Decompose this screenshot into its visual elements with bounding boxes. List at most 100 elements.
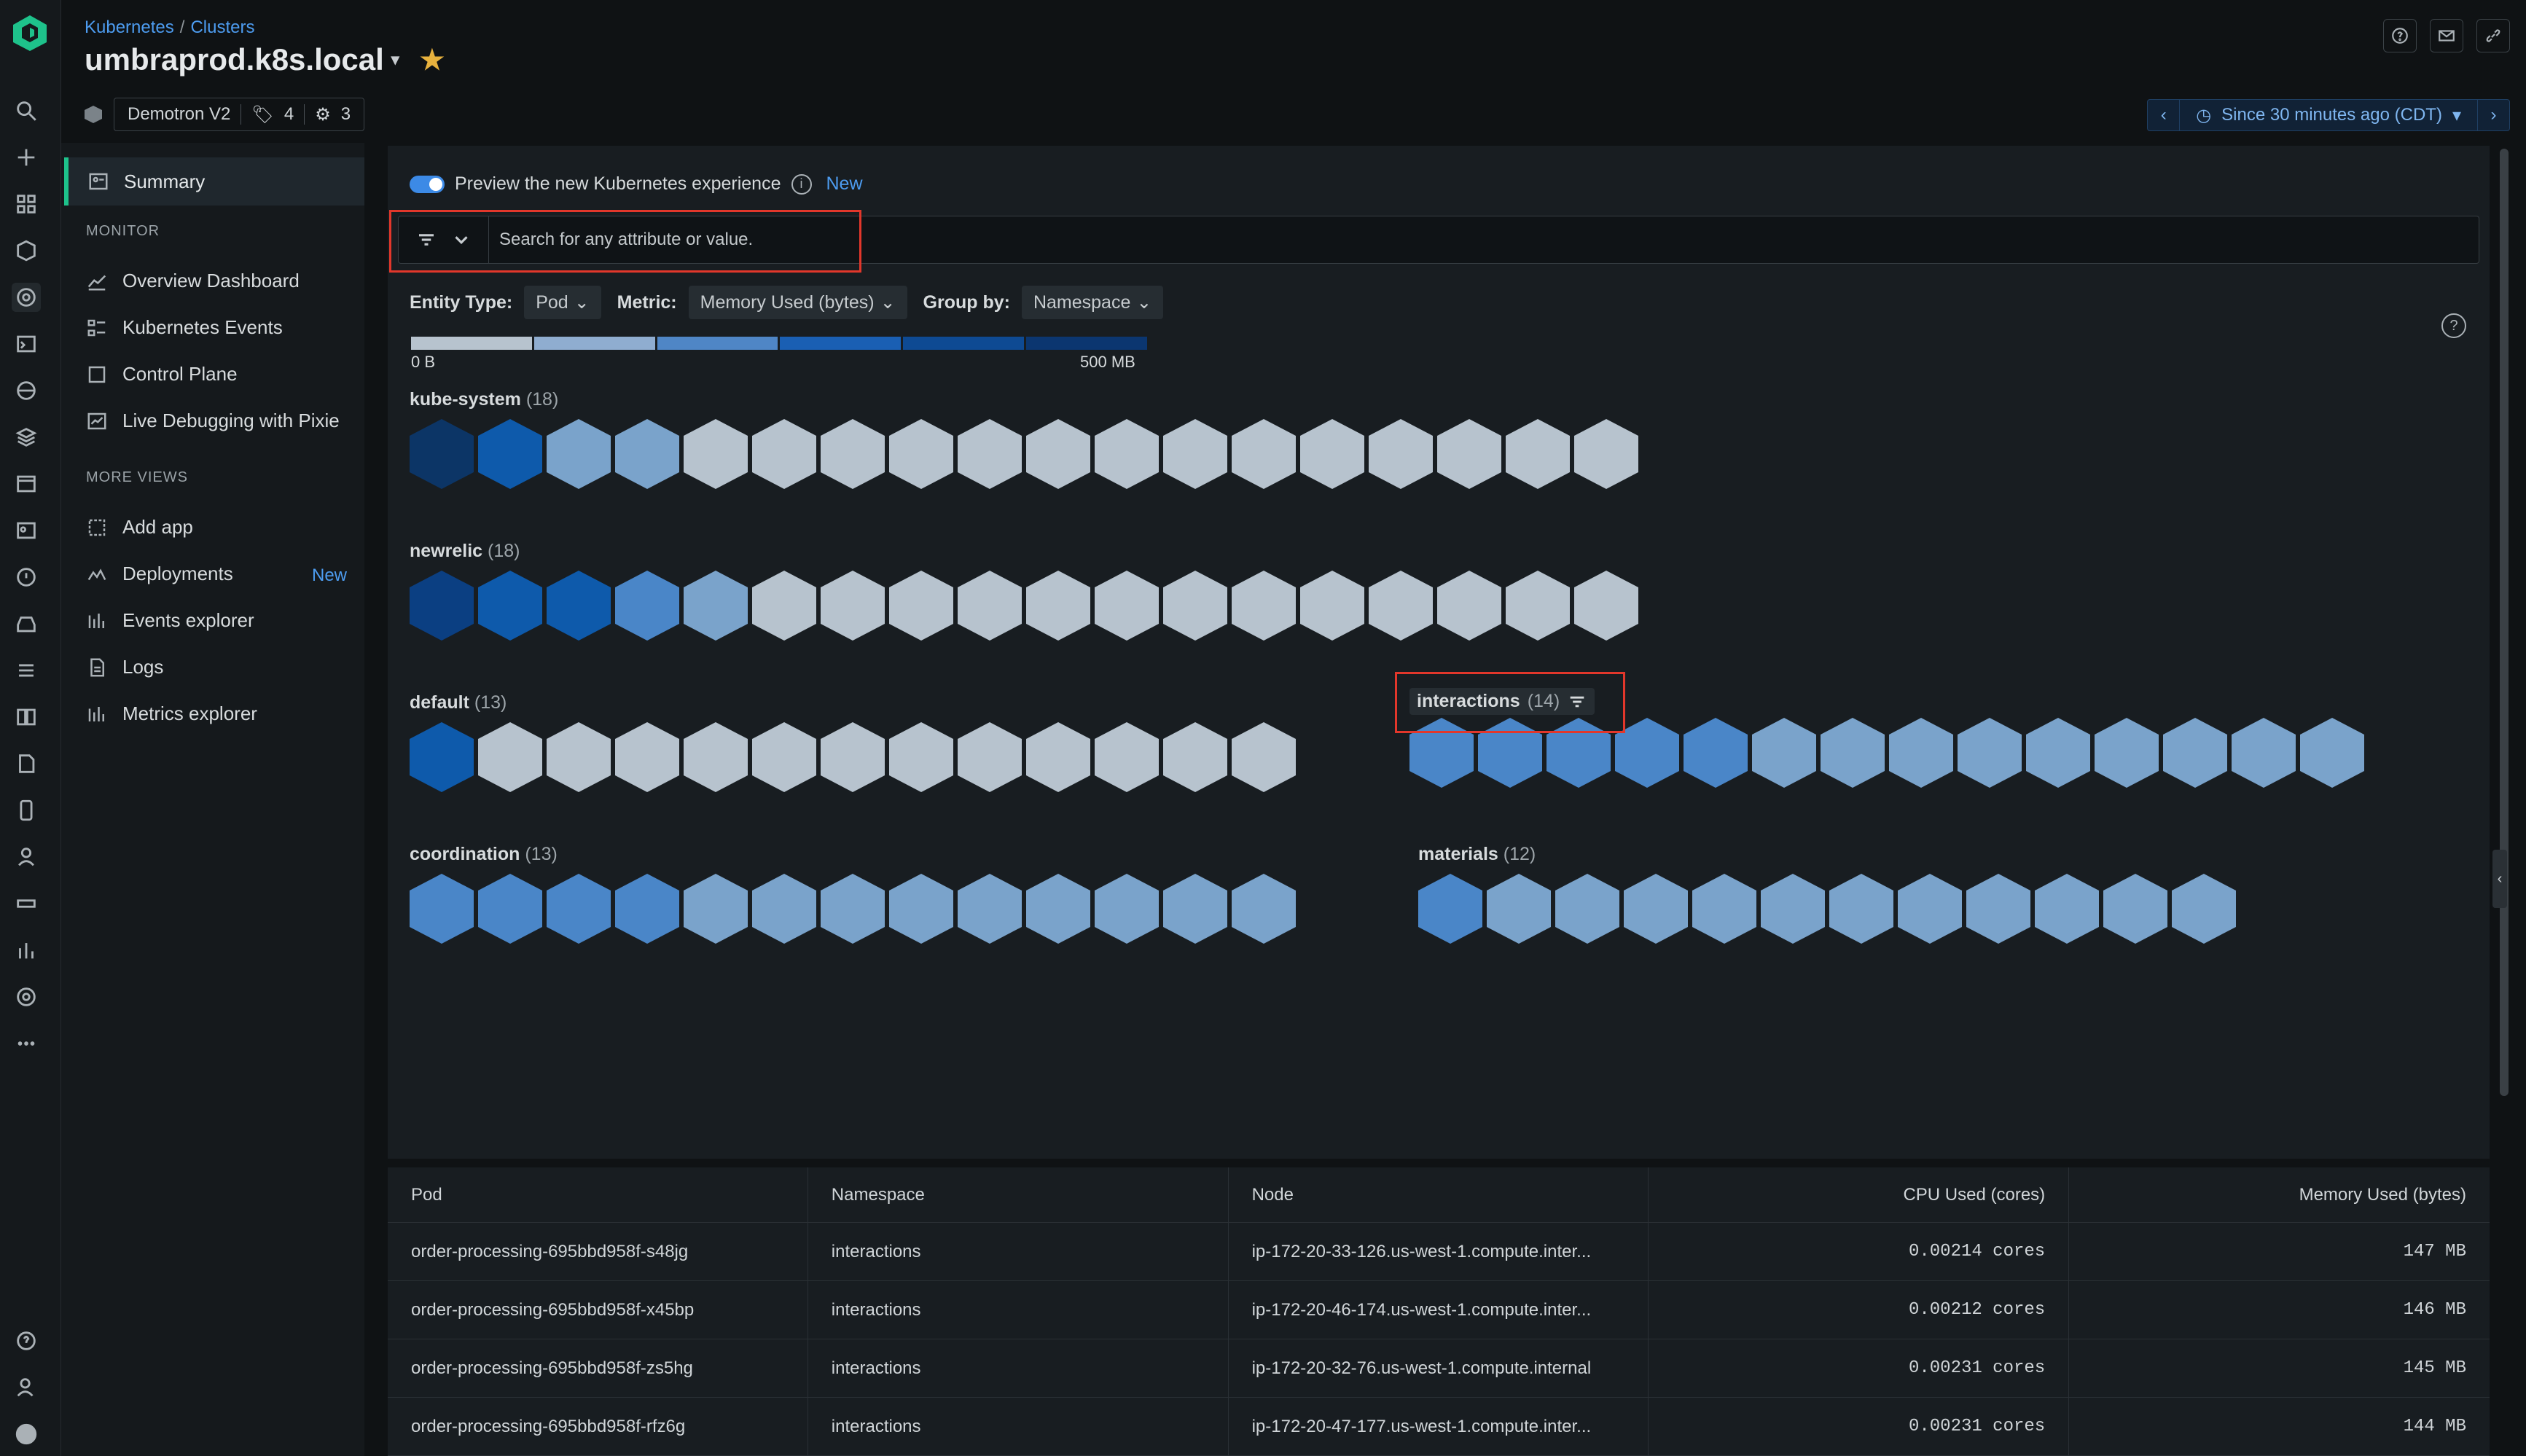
- pod-hexagon[interactable]: [1232, 571, 1296, 641]
- pod-hexagon[interactable]: [752, 571, 816, 641]
- pod-hexagon[interactable]: [1958, 718, 2022, 788]
- network-icon[interactable]: [12, 889, 41, 918]
- time-range-dropdown[interactable]: ◷ Since 30 minutes ago (CDT) ▾: [2180, 100, 2477, 130]
- pod-hexagon[interactable]: [684, 419, 748, 489]
- all-capabilities-icon[interactable]: [12, 189, 41, 219]
- pod-hexagon[interactable]: [1829, 874, 1893, 944]
- group-label[interactable]: kube-system (18): [410, 389, 1638, 410]
- pod-hexagon[interactable]: [752, 722, 816, 792]
- mobile-icon[interactable]: [12, 796, 41, 825]
- pod-hexagon[interactable]: [1418, 874, 1482, 944]
- pod-hexagon[interactable]: [478, 419, 542, 489]
- pod-hexagon[interactable]: [958, 722, 1022, 792]
- pod-hexagon[interactable]: [615, 874, 679, 944]
- pod-hexagon[interactable]: [1506, 571, 1570, 641]
- group-by-dropdown[interactable]: Namespace ⌄: [1021, 286, 1164, 319]
- group-label[interactable]: coordination (13): [410, 844, 1296, 865]
- pod-hexagon[interactable]: [1624, 874, 1688, 944]
- pod-hexagon[interactable]: [958, 874, 1022, 944]
- metric-dropdown[interactable]: Memory Used (bytes) ⌄: [688, 286, 907, 319]
- synthetics-icon[interactable]: [12, 469, 41, 498]
- group-label[interactable]: default (13): [410, 692, 1296, 713]
- infrastructure-icon[interactable]: [12, 423, 41, 452]
- browser-icon[interactable]: [12, 376, 41, 405]
- pod-hexagon[interactable]: [1026, 874, 1090, 944]
- account-name[interactable]: Demotron V2: [128, 104, 230, 125]
- pod-hexagon[interactable]: [547, 571, 611, 641]
- metrics-icon[interactable]: [12, 936, 41, 965]
- column-header-memory[interactable]: Memory Used (bytes): [2069, 1167, 2490, 1222]
- avatar[interactable]: [12, 1420, 41, 1449]
- pod-hexagon[interactable]: [1300, 419, 1364, 489]
- pod-hexagon[interactable]: [410, 722, 474, 792]
- page-title[interactable]: umbraprod.k8s.local: [85, 42, 384, 77]
- pod-hexagon[interactable]: [478, 722, 542, 792]
- pod-hexagon[interactable]: [821, 722, 885, 792]
- pod-hexagon[interactable]: [1095, 419, 1159, 489]
- pod-hexagon[interactable]: [889, 722, 953, 792]
- pod-hexagon[interactable]: [1163, 874, 1227, 944]
- column-header-node[interactable]: Node: [1229, 1167, 1649, 1222]
- pod-hexagon[interactable]: [1026, 419, 1090, 489]
- pod-hexagon[interactable]: [1574, 419, 1638, 489]
- apps-icon[interactable]: [12, 702, 41, 732]
- pod-hexagon[interactable]: [1232, 874, 1296, 944]
- pod-hexagon[interactable]: [1437, 571, 1501, 641]
- pod-hexagon[interactable]: [1026, 722, 1090, 792]
- pod-hexagon[interactable]: [2232, 718, 2296, 788]
- pod-hexagon[interactable]: [410, 419, 474, 489]
- pod-hexagon[interactable]: [1437, 419, 1501, 489]
- related-count[interactable]: 3: [341, 104, 351, 125]
- column-header-namespace[interactable]: Namespace: [808, 1167, 1229, 1222]
- pod-hexagon[interactable]: [1369, 571, 1433, 641]
- pod-hexagon[interactable]: [1163, 722, 1227, 792]
- info-icon[interactable]: i: [791, 173, 812, 195]
- pod-hexagon[interactable]: [478, 874, 542, 944]
- pod-hexagon[interactable]: [889, 571, 953, 641]
- pod-hexagon[interactable]: [2035, 874, 2099, 944]
- pod-hexagon[interactable]: [889, 874, 953, 944]
- logs-icon[interactable]: [12, 656, 41, 685]
- pod-hexagon[interactable]: [1761, 874, 1825, 944]
- pod-hexagon[interactable]: [547, 874, 611, 944]
- pod-hexagon[interactable]: [2095, 718, 2159, 788]
- pod-hexagon[interactable]: [547, 722, 611, 792]
- pod-hexagon[interactable]: [1487, 874, 1551, 944]
- settings-icon[interactable]: [12, 982, 41, 1011]
- pod-hexagon[interactable]: [410, 571, 474, 641]
- table-row[interactable]: order-processing-695bbd958f-rfz6g intera…: [388, 1398, 2490, 1456]
- pod-hexagon[interactable]: [1574, 571, 1638, 641]
- newrelic-logo-icon[interactable]: [10, 13, 50, 52]
- sidebar-item-logs[interactable]: Logs: [86, 656, 163, 678]
- pod-hexagon[interactable]: [1095, 571, 1159, 641]
- time-prev-button[interactable]: ‹: [2148, 100, 2181, 130]
- table-row[interactable]: order-processing-695bbd958f-s48jg intera…: [388, 1223, 2490, 1281]
- pod-hexagon[interactable]: [2103, 874, 2167, 944]
- sidebar-item-summary[interactable]: Summary: [64, 157, 364, 206]
- pod-hexagon[interactable]: [2026, 718, 2090, 788]
- group-label[interactable]: newrelic (18): [410, 541, 1638, 562]
- pod-hexagon[interactable]: [684, 571, 748, 641]
- documents-icon[interactable]: [12, 749, 41, 778]
- sidebar-item-kubernetes-events[interactable]: Kubernetes Events: [86, 316, 283, 339]
- pod-hexagon[interactable]: [958, 419, 1022, 489]
- kubernetes-icon[interactable]: [12, 283, 41, 312]
- vertical-scrollbar[interactable]: [2500, 149, 2509, 1096]
- pod-hexagon[interactable]: [821, 419, 885, 489]
- favorite-star-icon[interactable]: ★: [420, 44, 445, 77]
- pod-hexagon[interactable]: [821, 874, 885, 944]
- pod-hexagon[interactable]: [1163, 571, 1227, 641]
- entity-meta-box[interactable]: Demotron V2 🏷︎ 4 ⚙ 3: [114, 98, 365, 131]
- pod-hexagon[interactable]: [1555, 874, 1619, 944]
- pod-hexagon[interactable]: [1232, 419, 1296, 489]
- pod-hexagon[interactable]: [1369, 419, 1433, 489]
- pod-hexagon[interactable]: [1095, 874, 1159, 944]
- pod-hexagon[interactable]: [1966, 874, 2030, 944]
- feedback-button[interactable]: [2430, 19, 2463, 52]
- dashboards-icon[interactable]: [12, 516, 41, 545]
- cell-pod[interactable]: order-processing-695bbd958f-rfz6g: [388, 1398, 808, 1455]
- pod-hexagon[interactable]: [410, 874, 474, 944]
- pod-hexagon[interactable]: [615, 571, 679, 641]
- pod-hexagon[interactable]: [684, 722, 748, 792]
- group-label[interactable]: materials (12): [1418, 844, 2236, 865]
